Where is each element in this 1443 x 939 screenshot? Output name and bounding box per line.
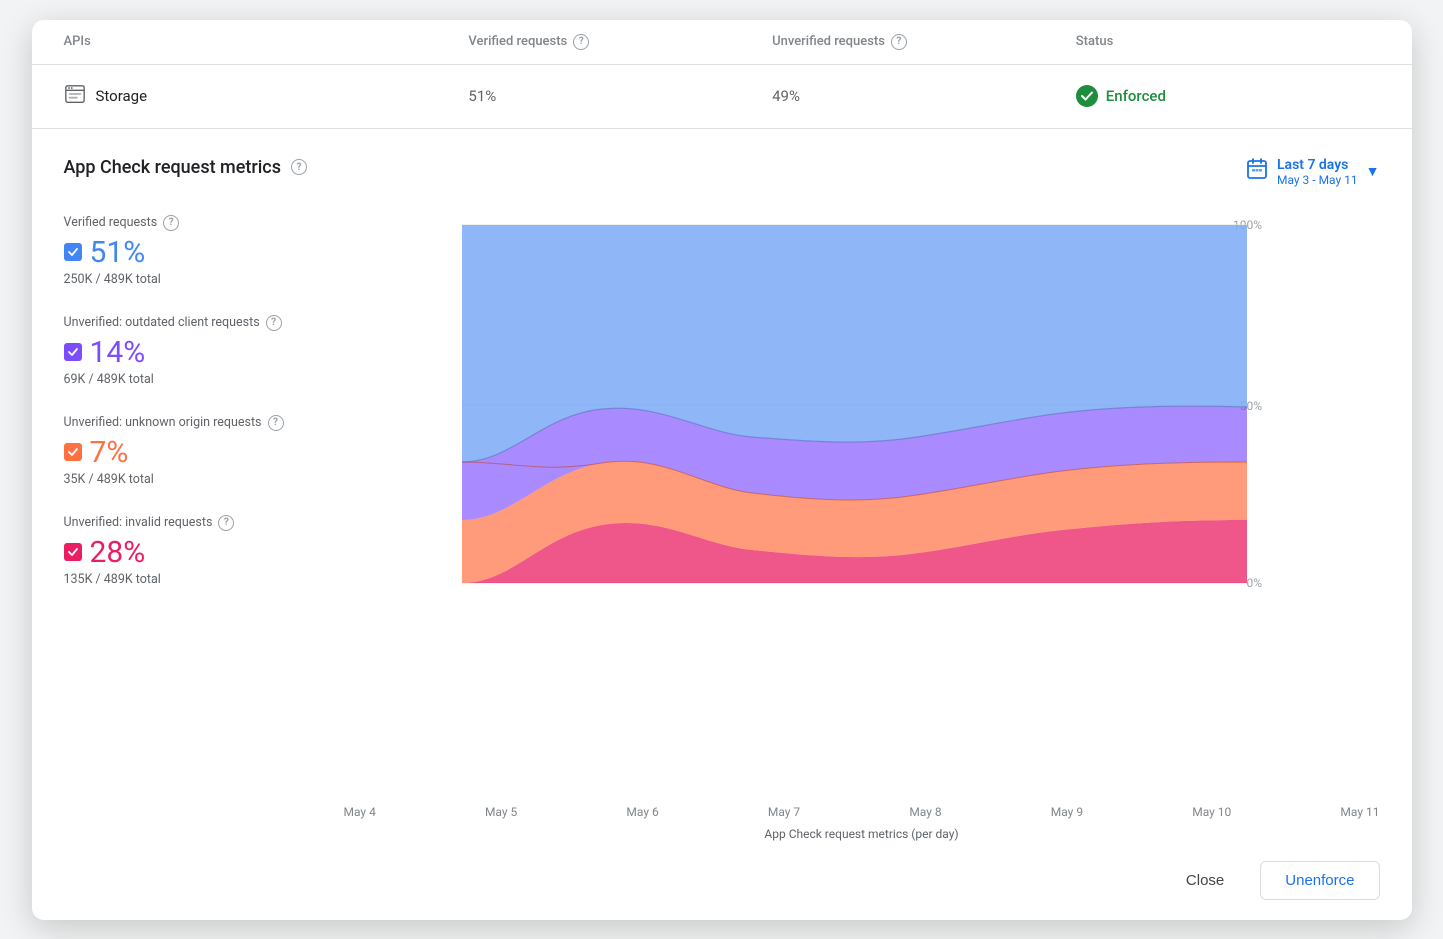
metrics-header: App Check request metrics ? (64, 157, 1380, 187)
footer: Close Unenforce (32, 841, 1412, 920)
api-name: Storage (96, 87, 148, 105)
x-label-1: May 5 (485, 805, 517, 819)
legend-percent-row-outdated: 14% (64, 335, 324, 370)
close-button[interactable]: Close (1166, 862, 1244, 899)
legend-total-verified: 250K / 489K total (64, 272, 324, 287)
x-label-4: May 8 (909, 805, 941, 819)
legend-item-verified: Verified requests ? 51% 250K / 489K tota… (64, 215, 324, 287)
x-label-5: May 9 (1051, 805, 1083, 819)
metrics-section: App Check request metrics ? (32, 129, 1412, 841)
legend-label-invalid: Unverified: invalid requests ? (64, 515, 324, 531)
verified-pct: 51% (468, 87, 772, 105)
modal: APIs Verified requests ? Unverified requ… (32, 20, 1412, 920)
calendar-icon (1245, 157, 1269, 187)
unverified-help-icon[interactable]: ? (891, 34, 907, 50)
col-apis: APIs (64, 34, 469, 50)
legend-label-outdated: Unverified: outdated client requests ? (64, 315, 324, 331)
legend-total-unknown: 35K / 489K total (64, 472, 324, 487)
date-range-text: Last 7 days May 3 - May 11 (1277, 157, 1358, 187)
col-status: Status (1076, 34, 1380, 50)
chart-x-title: App Check request metrics (per day) (344, 827, 1380, 841)
chart-area: 100% 50% 0% (344, 215, 1380, 799)
dropdown-icon: ▼ (1366, 163, 1380, 180)
legend-item-unknown: Unverified: unknown origin requests ? 7%… (64, 415, 324, 487)
legend-total-outdated: 69K / 489K total (64, 372, 324, 387)
unenforce-button[interactable]: Unenforce (1260, 861, 1379, 900)
legend-label-verified: Verified requests ? (64, 215, 324, 231)
chart-svg: 100% 50% 0% (344, 215, 1380, 595)
status-text: Enforced (1106, 87, 1166, 105)
metrics-help-icon[interactable]: ? (291, 159, 307, 175)
legend-total-invalid: 135K / 489K total (64, 572, 324, 587)
date-range-selector[interactable]: Last 7 days May 3 - May 11 ▼ (1245, 157, 1380, 187)
col-verified: Verified requests ? (468, 34, 772, 50)
storage-icon (64, 83, 86, 110)
table-header: APIs Verified requests ? Unverified requ… (32, 20, 1412, 65)
metrics-title: App Check request metrics ? (64, 157, 307, 178)
x-label-3: May 7 (768, 805, 800, 819)
status-check-icon (1076, 85, 1098, 107)
metrics-content: Verified requests ? 51% 250K / 489K tota… (64, 215, 1380, 841)
chart-container: 100% 50% 0% (344, 215, 1380, 841)
legend-pct-invalid: 28% (90, 535, 146, 570)
legend-help-invalid[interactable]: ? (218, 515, 234, 531)
legend-pct-verified: 51% (90, 235, 146, 270)
x-label-2: May 6 (626, 805, 658, 819)
chart-x-labels: May 4 May 5 May 6 May 7 May 8 May 9 May … (344, 799, 1380, 819)
unverified-pct: 49% (772, 87, 1076, 105)
legend: Verified requests ? 51% 250K / 489K tota… (64, 215, 324, 841)
legend-pct-unknown: 7% (90, 435, 129, 470)
api-cell: Storage (64, 83, 469, 110)
legend-checkbox-invalid[interactable] (64, 543, 82, 561)
verified-help-icon[interactable]: ? (573, 34, 589, 50)
x-label-0: May 4 (344, 805, 376, 819)
legend-percent-row-verified: 51% (64, 235, 324, 270)
legend-percent-row-invalid: 28% (64, 535, 324, 570)
x-label-7: May 11 (1340, 805, 1379, 819)
legend-percent-row-unknown: 7% (64, 435, 324, 470)
legend-help-unknown[interactable]: ? (268, 415, 284, 431)
x-label-6: May 10 (1192, 805, 1231, 819)
legend-help-outdated[interactable]: ? (266, 315, 282, 331)
legend-checkbox-unknown[interactable] (64, 443, 82, 461)
legend-help-verified[interactable]: ? (163, 215, 179, 231)
svg-text:0%: 0% (1246, 576, 1262, 590)
legend-item-outdated: Unverified: outdated client requests ? 1… (64, 315, 324, 387)
legend-checkbox-verified[interactable] (64, 243, 82, 261)
legend-item-invalid: Unverified: invalid requests ? 28% 135K … (64, 515, 324, 587)
legend-pct-outdated: 14% (90, 335, 146, 370)
legend-label-unknown: Unverified: unknown origin requests ? (64, 415, 324, 431)
col-unverified: Unverified requests ? (772, 34, 1076, 50)
legend-checkbox-outdated[interactable] (64, 343, 82, 361)
status-cell: Enforced (1076, 85, 1380, 107)
table-row: Storage 51% 49% Enforced (32, 65, 1412, 129)
